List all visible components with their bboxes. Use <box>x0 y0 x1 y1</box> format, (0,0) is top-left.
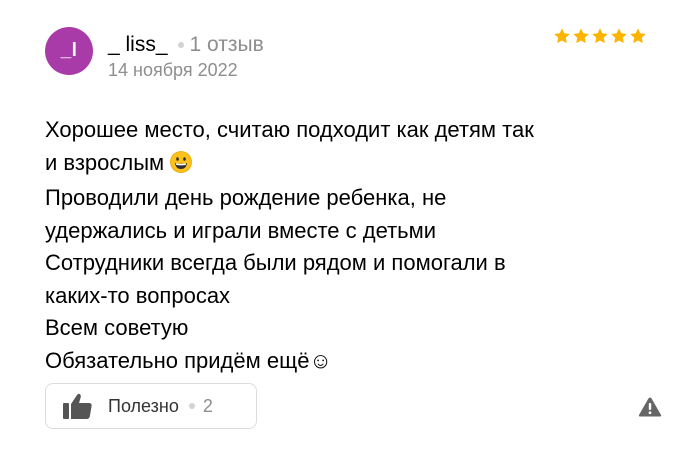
review-date: 14 ноября 2022 <box>108 60 238 80</box>
avatar-initial: _l <box>60 40 78 61</box>
avatar[interactable]: _l <box>45 27 93 75</box>
review-text-line-with-emoji: и взрослым <box>45 147 665 183</box>
warning-icon[interactable] <box>638 396 662 418</box>
author-review-count: 1 отзыв <box>189 33 264 56</box>
review-text-line: Всем советую <box>45 315 189 340</box>
review-text-line: Обязательно придём ещё☺ <box>45 347 332 373</box>
review-text-line: удержались и играли вместе с детьми <box>45 217 437 243</box>
separator-dot <box>177 42 184 48</box>
review-text-line: каких-то вопросах <box>45 282 231 308</box>
review-card: _l _ liss_ 1 отзыв 14 ноября 2022 Хороше… <box>0 0 682 458</box>
helpful-label: Полезно <box>108 395 179 416</box>
review-text-line: и взрослым <box>45 149 165 175</box>
review-text-line: Хорошее место, считаю подходит как детям… <box>45 117 534 142</box>
separator-dot <box>188 403 195 409</box>
star-icon <box>591 27 609 45</box>
review-text-line: Проводили день рождение ребенка, не <box>45 185 447 210</box>
star-icon <box>629 27 647 45</box>
star-icon <box>610 27 628 45</box>
grinning-face-icon <box>170 150 193 183</box>
helpful-button[interactable]: Полезно 2 <box>45 383 257 429</box>
helpful-count: 2 <box>202 395 213 416</box>
author-name[interactable]: _ liss_ <box>108 33 168 57</box>
author-line: _ liss_ 1 отзыв <box>108 31 264 59</box>
review-text: Хорошее место, считаю подходит как детям… <box>45 114 665 377</box>
rating-stars <box>553 27 647 45</box>
star-icon <box>572 27 590 45</box>
star-icon <box>553 27 571 45</box>
review-text-line: Сотрудники всегда были рядом и помогали … <box>45 250 506 275</box>
thumbs-up-icon <box>62 391 94 421</box>
